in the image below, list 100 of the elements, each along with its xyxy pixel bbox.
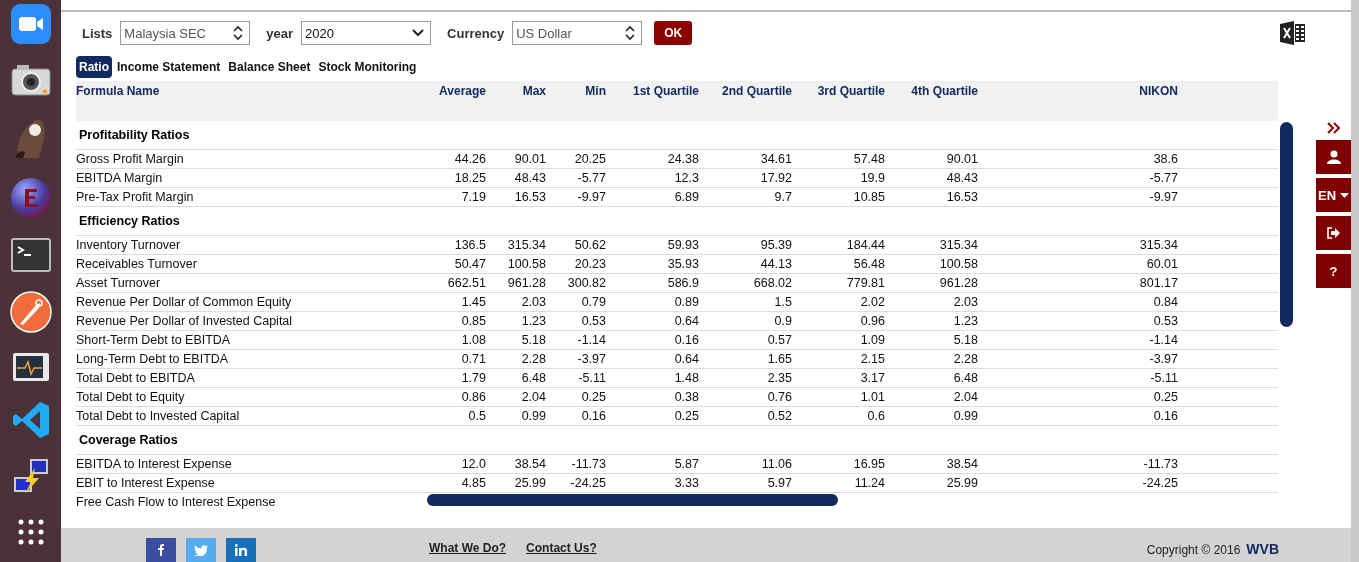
section-heading: Coverage Ratios <box>79 433 178 447</box>
sphere-icon[interactable] <box>9 177 52 219</box>
table-cell: 0.6 <box>867 409 885 423</box>
row-label: EBITDA Margin <box>76 171 163 185</box>
filter-label: year <box>266 25 294 41</box>
user-button[interactable] <box>1316 140 1351 174</box>
table-cell: 1.09 <box>860 333 885 347</box>
double-chevron-icon[interactable] <box>1326 122 1341 134</box>
video-camera-icon[interactable] <box>10 4 51 44</box>
table-cell: 0.16 <box>674 333 699 347</box>
logout-button[interactable] <box>1316 216 1351 250</box>
table-cell: 56.48 <box>853 257 885 271</box>
row-label: Long-Term Debt to EBITDA <box>76 352 229 366</box>
scrollbar-thumb[interactable] <box>1280 122 1293 327</box>
table-cell: 3.17 <box>860 371 885 385</box>
table-cell: 0.99 <box>521 409 546 423</box>
camera-icon[interactable] <box>10 63 51 97</box>
table-cell: 1.65 <box>767 352 792 366</box>
tab[interactable]: Ratio <box>76 55 112 78</box>
table-cell: -11.73 <box>571 457 606 471</box>
table-cell: -5.11 <box>578 371 606 385</box>
chevron-down-icon <box>412 29 425 37</box>
table-cell: 1.5 <box>774 295 792 309</box>
brand-logo: WVB <box>1246 541 1279 557</box>
table-cell: 17.92 <box>760 171 792 185</box>
tab[interactable]: Income Statement <box>114 55 224 78</box>
table-cell: 2.28 <box>953 352 978 366</box>
row-label: Total Debt to Invested Capital <box>76 409 240 423</box>
copyright-text: Copyright © 2016 <box>1146 543 1241 557</box>
row-label: Asset Turnover <box>76 276 161 290</box>
scrollbar[interactable] <box>1351 0 1359 562</box>
terminal-icon[interactable] <box>10 238 51 272</box>
table-cell: 0.71 <box>461 352 486 366</box>
table-cell: 0.64 <box>674 352 699 366</box>
table-cell: 1.23 <box>521 314 546 328</box>
ok-button[interactable]: OK <box>654 21 693 45</box>
table-cell: 5.18 <box>953 333 978 347</box>
app-grid-icon[interactable] <box>17 519 44 545</box>
tab[interactable]: Balance Sheet <box>225 55 314 78</box>
tab[interactable]: Stock Monitoring <box>315 55 420 78</box>
spreadsheet-icon[interactable] <box>1280 21 1306 45</box>
facebook-icon <box>158 544 164 556</box>
table-cell: 2.35 <box>767 371 792 385</box>
footer-link[interactable]: Contact Us? <box>526 541 597 555</box>
table-cell: 38.54 <box>514 457 546 471</box>
table-cell: 25.99 <box>514 476 546 490</box>
table-cell: 2.15 <box>860 352 885 366</box>
help-button[interactable]: ? <box>1316 254 1351 288</box>
bird-icon <box>194 544 208 556</box>
table-cell: 0.52 <box>767 409 792 423</box>
table-cell: 20.23 <box>574 257 606 271</box>
table-cell: 16.95 <box>853 457 885 471</box>
linkedin-button[interactable] <box>226 538 256 562</box>
table-cell: 662.51 <box>447 276 486 290</box>
table-cell: 0.84 <box>1153 295 1178 309</box>
table-cell: -24.25 <box>570 476 606 490</box>
table-cell: 38.54 <box>946 457 978 471</box>
select-field[interactable]: Malaysia SEC <box>120 21 251 45</box>
rocket-icon[interactable] <box>9 291 52 333</box>
table-cell: -3.97 <box>1149 352 1178 366</box>
table-cell: 300.82 <box>567 276 606 290</box>
table-cell: 16.53 <box>514 190 546 204</box>
select-field[interactable]: 2020 <box>301 21 432 45</box>
column-header: 1st Quartile <box>632 84 699 98</box>
column-header: Average <box>439 84 486 98</box>
table-cell: 1.48 <box>674 371 699 385</box>
table-cell: 90.01 <box>946 152 978 166</box>
table-cell: 9.7 <box>774 190 792 204</box>
table-cell: 0.64 <box>674 314 699 328</box>
linkedin-icon <box>235 544 247 556</box>
code-editor-icon[interactable] <box>11 401 50 439</box>
table-cell: 801.17 <box>1139 276 1178 290</box>
language-button[interactable]: EN <box>1316 178 1351 212</box>
table-cell: -9.97 <box>577 190 606 204</box>
row-label: Revenue Per Dollar of Common Equity <box>76 295 292 309</box>
table-cell: 6.89 <box>674 190 699 204</box>
row-label: Short-Term Debt to EBITDA <box>76 333 231 347</box>
row-label: Total Debt to EBITDA <box>76 371 195 385</box>
table-cell: 136.5 <box>454 238 486 252</box>
row-label: Free Cash Flow to Interest Expense <box>76 495 276 509</box>
table-cell: 50.47 <box>454 257 486 271</box>
column-header: 4th Quartile <box>911 84 978 98</box>
table-cell: 0.57 <box>767 333 792 347</box>
table-cell: 0.76 <box>767 390 792 404</box>
table-cell: 0.25 <box>581 390 606 404</box>
table-cell: 48.43 <box>946 171 978 185</box>
table-cell: 0.85 <box>461 314 486 328</box>
table-cell: -1.14 <box>1149 333 1178 347</box>
table-cell: 38.6 <box>1153 152 1178 166</box>
table-cell: 35.93 <box>667 257 699 271</box>
table-cell: 1.23 <box>953 314 978 328</box>
select-field[interactable]: US Dollar <box>512 21 643 45</box>
table-cell: 50.62 <box>574 238 606 252</box>
scrollbar-thumb[interactable] <box>427 494 838 506</box>
system-monitor-icon[interactable] <box>11 352 50 382</box>
table-cell: 16.53 <box>946 190 978 204</box>
table-cell: 90.01 <box>514 152 546 166</box>
facebook-button[interactable] <box>146 538 176 562</box>
table-cell: 0.89 <box>674 295 699 309</box>
footer-link[interactable]: What We Do? <box>429 541 507 555</box>
